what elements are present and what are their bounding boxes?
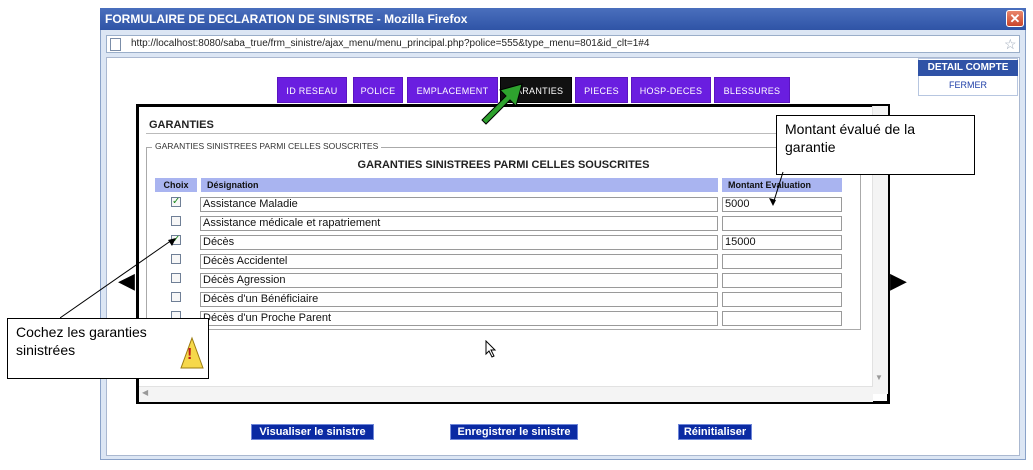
- row-checkbox[interactable]: [171, 216, 181, 226]
- designation-field[interactable]: Décès d'un Bénéficiaire: [200, 292, 718, 307]
- close-window-button[interactable]: ✕: [1006, 10, 1024, 27]
- montant-field[interactable]: [722, 216, 842, 231]
- fieldset-legend: GARANTIES SINISTREES PARMI CELLES SOUSCR…: [152, 141, 382, 151]
- montant-field[interactable]: [722, 273, 842, 288]
- enregistrer-sinistre-button[interactable]: Enregistrer le sinistre: [450, 424, 578, 440]
- table-heading: GARANTIES SINISTREES PARMI CELLES SOUSCR…: [357, 159, 650, 171]
- title-divider: [146, 133, 861, 134]
- tab-id-reseau[interactable]: ID RESEAU: [277, 77, 347, 103]
- tab-blessures[interactable]: BLESSURES: [714, 77, 790, 103]
- designation-field[interactable]: Décès: [200, 235, 718, 250]
- tab-hosp-deces[interactable]: HOSP-DECES: [631, 77, 711, 103]
- warning-mark: !: [187, 346, 193, 363]
- section-title: GARANTIES: [149, 119, 214, 131]
- cochez-callout-pointer: [60, 238, 176, 319]
- designation-field[interactable]: Décès d'un Proche Parent: [200, 311, 718, 326]
- tab-police[interactable]: POLICE: [353, 77, 403, 103]
- page-icon: [110, 38, 121, 51]
- green-pointer-arrow-icon: [481, 83, 523, 125]
- reinitialiser-button[interactable]: Réinitialiser: [678, 424, 752, 440]
- designation-field[interactable]: Assistance Maladie: [200, 197, 718, 212]
- montant-callout-pointer: [769, 171, 784, 206]
- address-bar[interactable]: http://localhost:8080/saba_true/frm_sini…: [106, 35, 1020, 53]
- montant-field[interactable]: [722, 292, 842, 307]
- address-url: http://localhost:8080/saba_true/frm_sini…: [131, 38, 650, 49]
- column-header-choix: Choix: [155, 178, 197, 192]
- row-checkbox[interactable]: ✓: [171, 197, 181, 207]
- montant-field[interactable]: [722, 254, 842, 269]
- designation-field[interactable]: Décès Agression: [200, 273, 718, 288]
- fermer-link[interactable]: FERMER: [918, 80, 1018, 90]
- scroll-left-icon[interactable]: ◀: [142, 388, 148, 397]
- window-title: FORMULAIRE DE DECLARATION DE SINISTRE - …: [100, 8, 1026, 30]
- mouse-cursor-icon: [485, 340, 497, 358]
- tab-pieces[interactable]: PIECES: [575, 77, 628, 103]
- scroll-down-icon[interactable]: ▼: [875, 373, 883, 382]
- bookmark-star-icon[interactable]: ☆: [1004, 35, 1017, 53]
- montant-field[interactable]: 15000: [722, 235, 842, 250]
- designation-field[interactable]: Décès Accidentel: [200, 254, 718, 269]
- next-arrow-icon[interactable]: ▶: [890, 268, 907, 294]
- detail-compte-title: DETAIL COMPTE: [918, 60, 1018, 76]
- designation-field[interactable]: Assistance médicale et rapatriement: [200, 216, 718, 231]
- montant-field[interactable]: [722, 311, 842, 326]
- montant-callout: Montant évalué de la garantie: [776, 115, 975, 175]
- horizontal-scrollbar[interactable]: [139, 386, 873, 402]
- visualiser-sinistre-button[interactable]: Visualiser le sinistre: [251, 424, 374, 440]
- column-header-designation: Désignation: [201, 178, 718, 192]
